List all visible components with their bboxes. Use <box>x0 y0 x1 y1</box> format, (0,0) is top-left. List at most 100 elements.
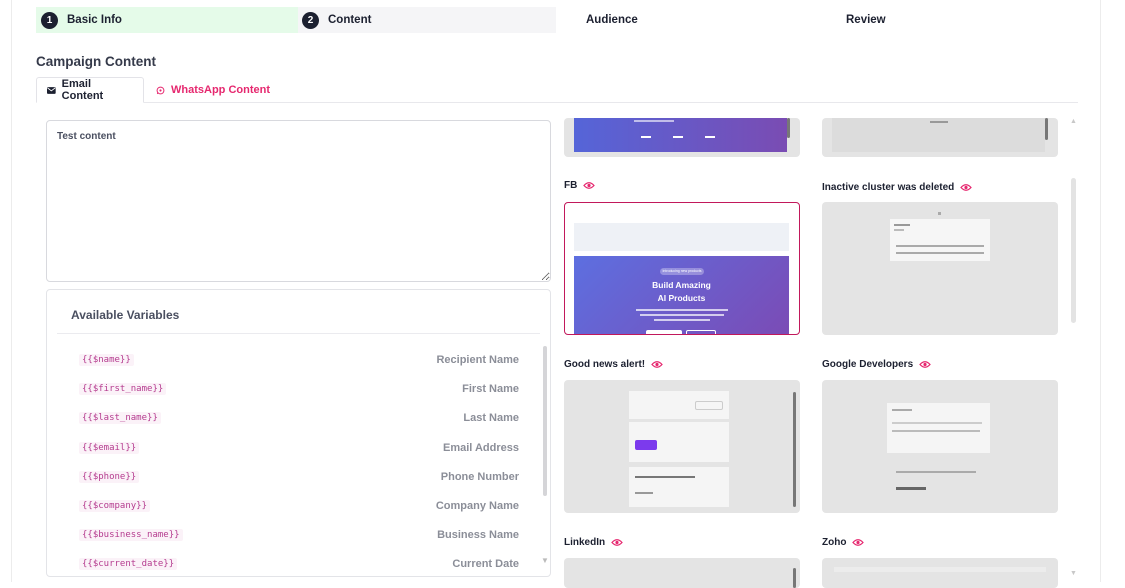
template-title: Good news alert! <box>564 359 663 370</box>
templates-scrollbar[interactable] <box>1071 178 1076 323</box>
preview-header <box>574 223 789 251</box>
template-name: Good news alert! <box>564 359 646 370</box>
preview-body <box>629 422 729 462</box>
divider <box>57 333 540 334</box>
tab-whatsapp-content[interactable]: WhatsApp Content <box>146 77 280 103</box>
preview-scrollbar <box>793 568 796 588</box>
variable-row[interactable]: {{$current_date}} Current Date <box>57 551 519 580</box>
variable-code[interactable]: {{$last_name}} <box>79 412 161 424</box>
preview-stat <box>673 136 683 138</box>
preview-header <box>629 391 729 419</box>
step-label: Review <box>846 14 886 26</box>
variable-row[interactable]: {{$phone}} Phone Number <box>57 464 519 493</box>
tab-email-content[interactable]: Email Content <box>36 77 144 103</box>
preview-stat <box>705 136 715 138</box>
template-name: Inactive cluster was deleted <box>822 182 955 193</box>
email-content-textarea[interactable]: Test content <box>46 120 551 282</box>
preview-cta <box>635 440 657 450</box>
template-preview[interactable] <box>564 380 800 513</box>
variable-label: Email Address <box>442 442 519 454</box>
step-label: Content <box>328 14 372 26</box>
eye-icon[interactable] <box>651 360 663 369</box>
preview-card <box>890 219 990 261</box>
variable-code[interactable]: {{$phone}} <box>79 471 140 483</box>
content-tabs: Email Content WhatsApp Content <box>36 77 1078 103</box>
template-preview[interactable] <box>822 558 1058 588</box>
preview-hero <box>574 118 787 152</box>
scroll-down-icon[interactable]: ▼ <box>1070 570 1077 577</box>
preview-badge <box>695 401 723 410</box>
variable-row[interactable]: {{$first_name}} First Name <box>57 376 519 405</box>
variable-row[interactable]: {{$email}} Email Address <box>57 435 519 464</box>
template-title: FB <box>564 180 596 191</box>
preview-line <box>892 409 912 411</box>
preview-text-line <box>640 314 724 316</box>
preview-stat <box>641 136 651 138</box>
template-preview[interactable] <box>564 558 800 588</box>
preview-logo <box>938 212 941 215</box>
variable-row[interactable]: {{$last_name}} Last Name <box>57 405 519 434</box>
variable-label: Current Date <box>452 558 519 570</box>
step-audience[interactable]: Audience <box>586 7 786 33</box>
wizard-stepper: 1 Basic Info 2 Content Audience Review <box>36 7 1076 33</box>
preview-line <box>894 224 910 226</box>
preview-hero: Introducing new products Build Amazing A… <box>574 256 789 334</box>
scroll-down-icon[interactable]: ▼ <box>541 556 549 565</box>
preview-headline: AI Products <box>657 293 706 303</box>
preview-text-line <box>654 319 710 321</box>
variable-code[interactable]: {{$company}} <box>79 500 151 512</box>
eye-icon[interactable] <box>852 538 865 547</box>
variables-scrollbar[interactable] <box>543 346 547 496</box>
template-preview-selected[interactable]: Introducing new products Build Amazing A… <box>564 202 800 335</box>
step-basic-info[interactable]: 1 Basic Info <box>36 7 298 33</box>
variable-label: Company Name <box>435 500 519 512</box>
page-frame: 1 Basic Info 2 Content Audience Review C… <box>11 0 1101 588</box>
section-title: Campaign Content <box>36 54 156 69</box>
variable-label: Business Name <box>437 529 519 541</box>
variable-code[interactable]: {{$first_name}} <box>79 383 167 395</box>
preview-button <box>646 330 682 334</box>
preview-card <box>887 403 990 453</box>
template-preview[interactable] <box>564 118 800 157</box>
variable-code[interactable]: {{$email}} <box>79 442 140 454</box>
preview-social <box>930 121 948 123</box>
template-name: Google Developers <box>822 359 914 370</box>
preview-line <box>896 471 976 473</box>
preview-line <box>892 430 980 432</box>
template-name: FB <box>564 180 578 191</box>
preview-social <box>896 487 926 490</box>
preview-line <box>834 567 1046 572</box>
preview-button <box>686 330 716 334</box>
variables-title: Available Variables <box>71 308 180 322</box>
template-name: LinkedIn <box>564 537 606 548</box>
preview-line <box>896 245 984 247</box>
step-label: Basic Info <box>67 14 122 26</box>
template-preview[interactable] <box>822 380 1058 513</box>
eye-icon[interactable] <box>960 183 973 192</box>
envelope-icon <box>47 86 56 94</box>
preview-scrollbar <box>787 118 790 138</box>
template-name: Zoho <box>822 537 847 548</box>
step-content[interactable]: 2 Content <box>298 7 556 33</box>
whatsapp-icon <box>156 86 165 94</box>
eye-icon[interactable] <box>611 538 623 547</box>
template-title: Google Developers <box>822 359 931 370</box>
template-preview[interactable] <box>822 118 1058 157</box>
variable-row[interactable]: {{$name}} Recipient Name <box>57 347 519 376</box>
step-review[interactable]: Review <box>846 7 1046 33</box>
variable-row[interactable]: {{$company}} Company Name <box>57 493 519 522</box>
variable-code[interactable]: {{$current_date}} <box>79 558 178 570</box>
variable-code[interactable]: {{$business_name}} <box>79 529 183 541</box>
variable-row[interactable]: {{$business_name}} Business Name <box>57 522 519 551</box>
template-title: Zoho <box>822 537 865 548</box>
preview-line <box>892 422 982 424</box>
tab-label: WhatsApp Content <box>171 84 270 96</box>
template-preview[interactable] <box>822 202 1058 335</box>
preview-scrollbar <box>1045 118 1048 140</box>
eye-icon[interactable] <box>919 360 931 369</box>
scroll-up-icon[interactable]: ▲ <box>1070 118 1077 125</box>
eye-icon[interactable] <box>583 181 596 190</box>
variable-code[interactable]: {{$name}} <box>79 354 134 366</box>
template-title: LinkedIn <box>564 537 623 548</box>
variable-label: Last Name <box>463 412 519 424</box>
